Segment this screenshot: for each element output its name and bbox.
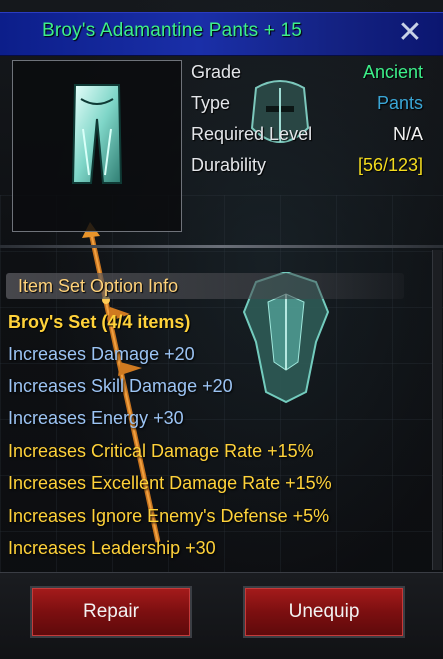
stat-label: Grade — [191, 62, 242, 82]
stat-label: Type — [191, 93, 231, 113]
set-option: Increases Energy +30 — [8, 408, 184, 428]
item-stats: Grade Ancient Type Pants Required Level … — [191, 58, 423, 182]
set-option: Increases Critical Damage Rate +15% — [8, 441, 314, 461]
stat-value-grade: Ancient — [362, 62, 423, 82]
repair-button[interactable]: Repair — [30, 586, 192, 638]
stat-row-durability: Durability [56/123] — [191, 151, 423, 182]
set-option: Increases Skill Damage +20 — [8, 376, 233, 396]
stat-label: Required Level — [191, 124, 313, 144]
stat-row-grade: Grade Ancient — [191, 58, 423, 89]
close-icon[interactable]: ✕ — [394, 18, 426, 50]
unequip-button[interactable]: Unequip — [243, 586, 405, 638]
item-title: Broy's Adamantine Pants + 15 — [42, 20, 303, 41]
adamantine-pants-icon — [71, 84, 123, 184]
stat-row-type: Type Pants — [191, 89, 423, 120]
set-name: Broy's Set (4/4 items) — [8, 312, 191, 332]
item-tooltip-window: Broy's Adamantine Pants + 15 ✕ Grade Anc… — [0, 0, 443, 659]
stat-label: Durability — [191, 155, 267, 175]
section-divider — [0, 245, 443, 248]
set-option: Increases Damage +20 — [8, 344, 195, 364]
stat-value-type: Pants — [376, 93, 423, 113]
stat-value-durability: [56/123] — [357, 155, 423, 175]
stat-value-required-level: N/A — [392, 124, 423, 144]
set-option: Increases Leadership +30 — [8, 538, 216, 558]
scrollbar[interactable] — [432, 250, 442, 570]
set-option: Increases Excellent Damage Rate +15% — [8, 473, 332, 493]
set-option: Increases Ignore Enemy's Defense +5% — [8, 506, 330, 526]
item-preview-box — [12, 60, 182, 232]
set-info-header: Item Set Option Info — [18, 276, 179, 296]
stat-row-required-level: Required Level N/A — [191, 120, 423, 151]
